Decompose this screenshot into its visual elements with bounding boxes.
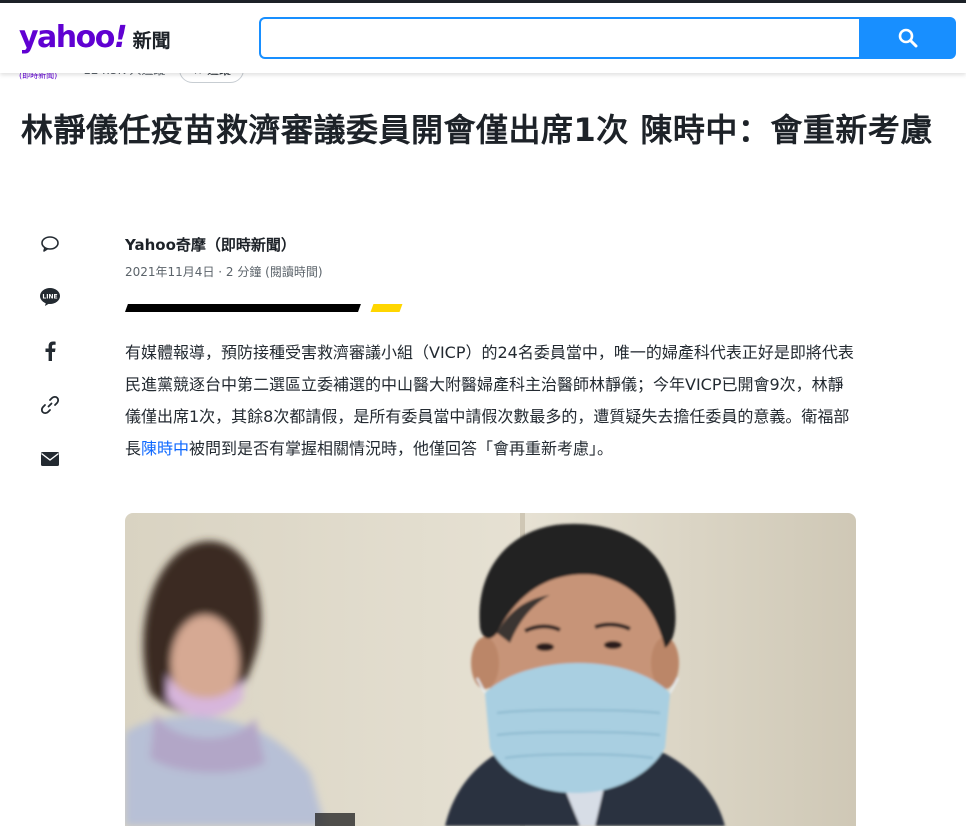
facebook-share-button[interactable]	[36, 337, 64, 365]
facebook-icon	[45, 341, 56, 361]
read-time: 2 分鐘 (閱讀時間)	[225, 265, 323, 279]
logo-section: 新聞	[132, 30, 171, 52]
search-button[interactable]	[859, 17, 956, 59]
article-title: 林靜儀任疫苗救濟審議委員開會僅出席1次 陳時中：會重新考慮	[21, 111, 933, 149]
mail-icon	[41, 452, 59, 466]
article-photo	[125, 513, 856, 826]
comment-icon	[41, 236, 59, 252]
meta-separator: ·	[218, 265, 226, 279]
search-input[interactable]	[261, 19, 859, 57]
article-author[interactable]: Yahoo奇摩（即時新聞）	[125, 234, 296, 255]
site-header: yahoo ! 新聞	[0, 3, 966, 73]
copy-link-button[interactable]	[36, 391, 64, 419]
line-icon: LINE	[40, 288, 60, 306]
article-meta: 2021年11月4日 · 2 分鐘 (閱讀時間)	[125, 263, 323, 280]
svg-text:LINE: LINE	[42, 294, 57, 301]
search-box	[259, 17, 859, 59]
article-date: 2021年11月4日	[125, 265, 215, 279]
yahoo-news-logo[interactable]: yahoo ! 新聞	[19, 20, 171, 60]
search-icon	[898, 28, 917, 48]
article-paragraph: 有媒體報導，預防接種受害救濟審議小組（VICP）的24名委員當中，唯一的婦產科代…	[125, 337, 855, 465]
link-icon	[40, 395, 60, 415]
person-link[interactable]: 陳時中	[141, 439, 189, 458]
body-text-after: 被問到是否有掌握相關情況時，他僅回答「會再重新考慮」。	[189, 439, 614, 458]
divider-yellow	[370, 304, 403, 312]
line-share-button[interactable]: LINE	[36, 283, 64, 311]
logo-word: yahoo	[19, 20, 115, 55]
comment-button[interactable]	[36, 230, 64, 258]
email-share-button[interactable]	[36, 445, 64, 473]
divider-black	[125, 304, 361, 312]
photo-illustration	[125, 513, 856, 826]
logo-bang: !	[113, 20, 128, 55]
